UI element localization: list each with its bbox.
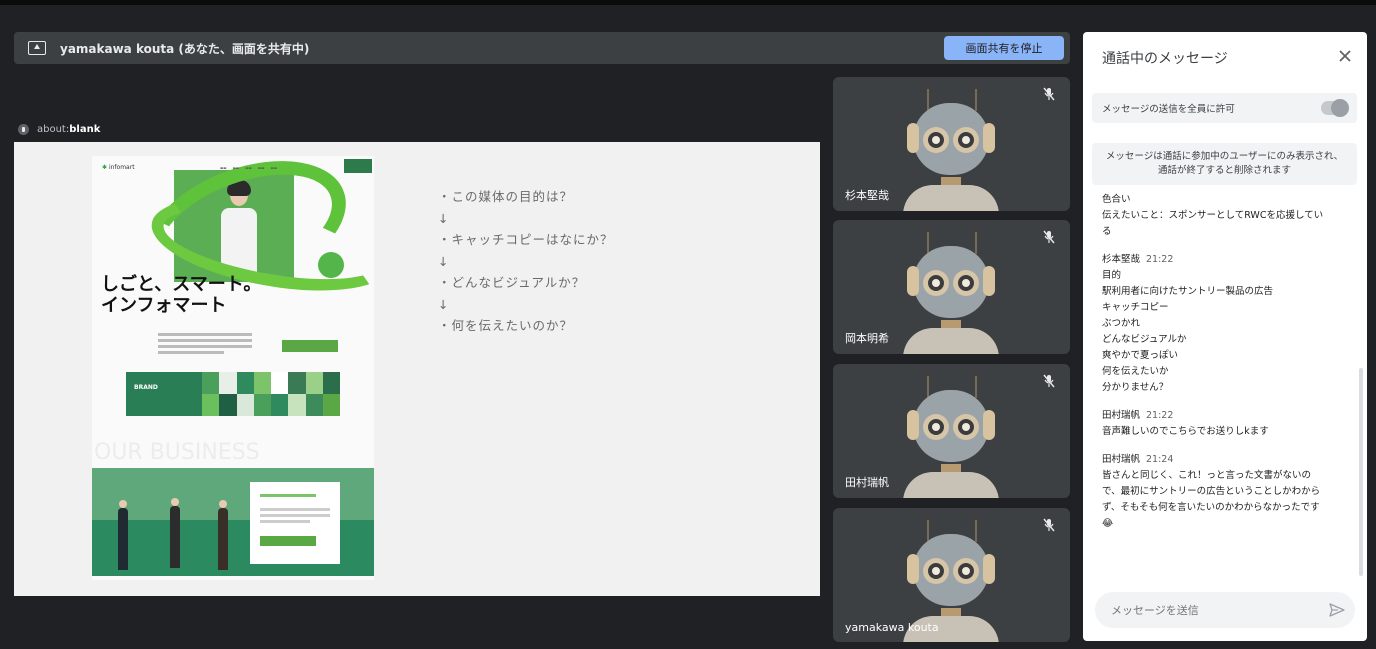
shared-webpage-preview: ✱ infomart ▬▬ ▬▬ ▬▬ ▬▬ ▬▬ しごと、スマート。 インフォマート … [92, 156, 374, 580]
message-line: ず、そもそも何を言いたいのかわからなかったです [1102, 502, 1320, 513]
allow-messages-row: メッセージの送信を全員に許可 [1092, 93, 1357, 123]
message-line: ぶつかれ [1102, 318, 1141, 329]
message-composer [1095, 592, 1355, 628]
message-line: 何を伝えたいか [1102, 366, 1169, 377]
shared-screen: ✱ infomart ▬▬ ▬▬ ▬▬ ▬▬ ▬▬ しごと、スマート。 インフォマート … [14, 142, 820, 596]
chat-messages: 色合い 伝えたいこと：スポンサーとしてRWCを応援してい る 杉本堅哉 21:22… [1102, 192, 1342, 532]
share-status-text: yamakawa kouta (あなた、画面を共有中) [60, 41, 310, 56]
allow-messages-toggle[interactable] [1321, 99, 1349, 117]
participant-name: 岡本明希 [845, 332, 889, 345]
question-list: ・この媒体の目的は？ ↓ ・キャッチコピーはなにか？ ↓ ・どんなビジュアルか？… [438, 186, 614, 337]
message-input[interactable] [1109, 602, 1313, 618]
message-header: 田村瑞帆 21:24 [1102, 452, 1342, 468]
webpage-body-text [158, 330, 252, 357]
message-time: 21:22 [1146, 254, 1174, 265]
sender-name: 田村瑞帆 [1102, 454, 1141, 465]
webpage-header-button [344, 159, 372, 173]
allow-messages-label: メッセージの送信を全員に許可 [1102, 104, 1235, 115]
tab-host: blank [69, 124, 101, 135]
message-line: で、最初にサントリーの広告ということしかわから [1102, 486, 1321, 497]
participant-name: 田村瑞帆 [845, 476, 889, 489]
business-section-image [92, 468, 374, 576]
message-line: 爽やかで夏っぽい [1102, 350, 1179, 361]
webpage-logo: ✱ infomart [102, 164, 135, 171]
message-line: 😂 [1102, 518, 1114, 529]
message-header: 杉本堅哉 21:22 [1102, 252, 1342, 268]
message-line: キャッチコピー [1102, 302, 1169, 313]
mic-off-icon [1043, 374, 1055, 388]
message-time: 21:22 [1146, 410, 1174, 421]
message-line: 目的 [1102, 270, 1122, 281]
participant-tile[interactable]: 田村瑞帆 [833, 364, 1070, 498]
screen-share-icon [28, 41, 46, 55]
brand-label: BRAND [134, 384, 158, 391]
question-2: ・キャッチコピーはなにか？ [438, 232, 614, 247]
arrow-1: ↓ [438, 210, 450, 226]
question-4: ・何を伝えたいのか？ [438, 318, 574, 333]
message-line: る [1102, 226, 1112, 237]
business-card [250, 482, 340, 564]
info-icon [18, 124, 29, 135]
sender-name: 田村瑞帆 [1102, 410, 1141, 421]
green-circle-graphic [318, 252, 344, 278]
chat-panel-title: 通話中のメッセージ [1102, 51, 1228, 67]
screen-share-bar: yamakawa kouta (あなた、画面を共有中) 画面共有を停止 [14, 32, 1070, 64]
mic-off-icon [1043, 87, 1055, 101]
webpage-nav: ▬▬ ▬▬ ▬▬ ▬▬ ▬▬ [220, 166, 278, 170]
message-header: 田村瑞帆 21:22 [1102, 408, 1342, 424]
message-line: 色合い [1102, 194, 1131, 205]
mic-off-icon [1043, 518, 1055, 532]
participant-name: yamakawa kouta [845, 621, 939, 634]
arrow-3: ↓ [438, 296, 450, 312]
participant-tile[interactable]: 岡本明希 [833, 220, 1070, 354]
mic-off-icon [1043, 230, 1055, 244]
business-section-title: OUR BUSINESS [94, 440, 260, 465]
webpage-headline: しごと、スマート。 インフォマート [101, 274, 262, 316]
participant-tile[interactable]: 杉本堅哉 [833, 77, 1070, 211]
close-icon[interactable] [1337, 48, 1353, 64]
participant-name: 杉本堅哉 [845, 189, 889, 202]
message-line: どんなビジュアルか [1102, 334, 1187, 345]
notice-text: メッセージは通話に参加中のユーザーにのみ表示され、 通話が終了すると削除されます [1105, 151, 1344, 176]
message-line: 皆さんと同じく、これ！っと言った文書がないの [1102, 470, 1312, 481]
avatar-robot [901, 232, 1001, 354]
chat-notice: メッセージは通話に参加中のユーザーにのみ表示され、 通話が終了すると削除されます [1092, 143, 1357, 185]
message-time: 21:24 [1146, 454, 1174, 465]
question-1: ・この媒体の目的は？ [438, 189, 574, 204]
webpage-more-button [282, 340, 338, 352]
message-line: 分かりません？ [1102, 382, 1169, 393]
stop-sharing-button[interactable]: 画面共有を停止 [944, 36, 1064, 60]
tab-prefix: about: [37, 124, 70, 135]
sender-name: 杉本堅哉 [1102, 254, 1141, 265]
send-icon[interactable] [1329, 603, 1345, 617]
message-line: 伝えたいこと：スポンサーとしてRWCを応援してい [1102, 210, 1324, 221]
arrow-2: ↓ [438, 253, 450, 269]
shared-tab-label: about: blank [18, 124, 100, 135]
avatar-robot [901, 89, 1001, 211]
chat-scrollbar[interactable] [1359, 368, 1363, 576]
webpage-brand-banner: BRAND [126, 372, 340, 416]
participant-tile[interactable]: yamakawa kouta [833, 508, 1070, 642]
chat-panel: 通話中のメッセージ メッセージの送信を全員に許可 メッセージは通話に参加中のユー… [1083, 32, 1367, 641]
window-top-strip [0, 0, 1376, 5]
message-line: 音声難しいのでこちらでお送りしkます [1102, 426, 1269, 437]
question-3: ・どんなビジュアルか？ [438, 275, 586, 290]
avatar-robot [901, 376, 1001, 498]
message-line: 駅利用者に向けたサントリー製品の広告 [1102, 286, 1274, 297]
